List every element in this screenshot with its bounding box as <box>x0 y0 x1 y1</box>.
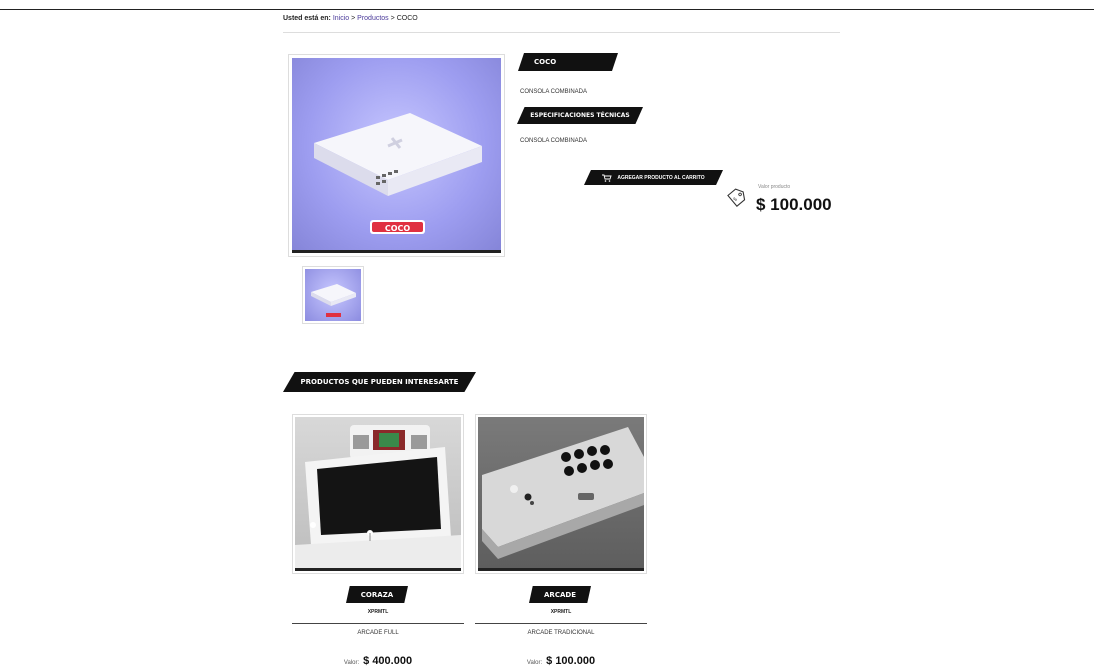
product-price: $ 100.000 <box>756 195 832 214</box>
breadcrumb-current: COCO <box>396 15 418 22</box>
product-short-description: CONSOLA COMBINADA <box>520 89 588 95</box>
related-product-card[interactable] <box>292 414 464 574</box>
related-product-price: Valor: $ 400.000 <box>292 651 464 669</box>
breadcrumb-products-link[interactable]: Productos <box>357 15 389 22</box>
breadcrumb-prefix: Usted está en: <box>283 15 331 22</box>
thumbnail-console-illustration <box>311 284 356 317</box>
add-to-cart-label: AGREGAR PRODUCTO AL CARRITO <box>617 174 705 181</box>
related-product-price: Valor: $ 100.000 <box>475 651 647 669</box>
breadcrumb: Usted está en: Inicio > Productos > COCO <box>283 15 418 22</box>
specs-heading: ESPECIFICACIONES TÉCNICAS <box>517 107 643 124</box>
related-product-description: ARCADE TRADICIONAL <box>527 630 595 636</box>
add-to-cart-button[interactable]: AGREGAR PRODUCTO AL CARRITO <box>584 170 723 185</box>
related-product-brand: XPRMTL <box>550 609 572 615</box>
product-thumbnail[interactable] <box>302 266 364 324</box>
related-heading: PRODUCTOS QUE PUEDEN INTERESARTE <box>283 372 476 392</box>
arcade-cabinet-illustration <box>295 425 461 568</box>
product-title: COCO <box>518 53 618 71</box>
related-product-description: ARCADE FULL <box>357 630 399 636</box>
related-product-card[interactable] <box>475 414 647 574</box>
related-product-value-label: Valor: <box>343 660 360 666</box>
related-product-name[interactable]: ARCADE <box>529 586 591 603</box>
product-image-logo: COCO <box>384 224 411 233</box>
breadcrumb-separator: > <box>351 15 356 22</box>
related-product-divider <box>475 623 647 624</box>
related-product-amount: $ 100.000 <box>546 655 596 667</box>
arcade-stick-illustration <box>482 427 644 559</box>
related-product-image[interactable] <box>475 414 647 574</box>
related-product-divider <box>292 623 464 624</box>
cart-icon <box>602 174 612 182</box>
breadcrumb-separator: > <box>390 15 395 22</box>
breadcrumb-home-link[interactable]: Inicio <box>333 15 349 22</box>
price-label: Valor producto <box>758 184 791 190</box>
top-divider <box>0 9 1094 10</box>
product-main-image[interactable]: COCO <box>288 54 505 257</box>
related-product-amount: $ 400.000 <box>363 655 413 667</box>
related-product-image[interactable] <box>292 414 464 574</box>
related-product-name[interactable]: CORAZA <box>346 586 408 603</box>
breadcrumb-divider <box>283 32 840 33</box>
related-product-value-label: Valor: <box>526 660 543 666</box>
related-product-brand: XPRMTL <box>367 609 389 615</box>
price-tag-icon: $ <box>727 188 746 207</box>
specs-text: CONSOLA COMBINADA <box>520 138 588 144</box>
